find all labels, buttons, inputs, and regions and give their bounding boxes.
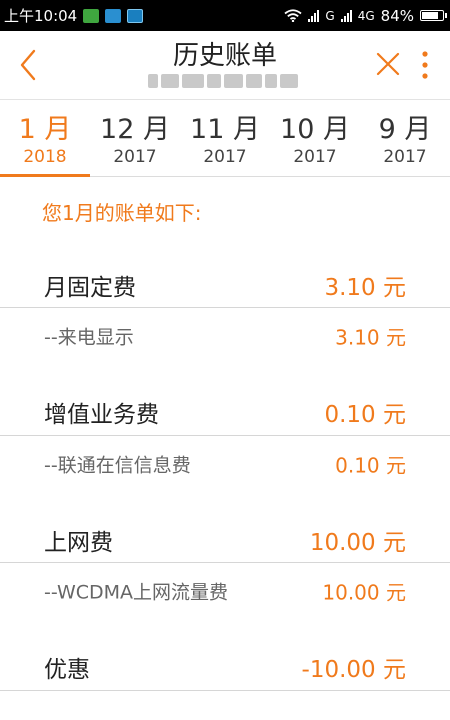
tab-month-9[interactable]: 9 月 2017 <box>360 100 450 176</box>
battery-icon <box>420 10 447 21</box>
tab-month-10[interactable]: 10 月 2017 <box>270 100 360 176</box>
more-vertical-icon[interactable] <box>418 49 432 81</box>
tab-year-label: 2017 <box>113 147 157 167</box>
divider <box>0 435 450 436</box>
bill-row-discount: 优惠 -10.00 元 <box>0 641 450 693</box>
network-type-2: 4G <box>357 8 375 23</box>
tab-month-11[interactable]: 11 月 2017 <box>180 100 270 176</box>
wifi-icon <box>284 9 302 22</box>
bill-subitem-amount: 10.00 元 <box>322 580 406 605</box>
month-tabs: 1 月 2018 12 月 2017 11 月 2017 10 月 2017 9… <box>0 99 450 177</box>
signal-bars-2-icon <box>340 9 352 22</box>
wechat-notification-icon <box>83 8 100 23</box>
bill-subitem-amount: 0.10 元 <box>335 453 406 478</box>
status-left: 上午10:04 <box>4 5 144 26</box>
bill-row-data-fee: 上网费 10.00 元 <box>0 514 450 566</box>
tab-month-label: 12 月 <box>100 114 170 145</box>
tab-year-label: 2017 <box>293 147 337 167</box>
bill-row-caller-id: --来电显示 3.10 元 <box>0 310 450 362</box>
bill-item-amount: 0.10 元 <box>324 402 406 428</box>
tab-month-label: 9 月 <box>378 114 432 145</box>
close-icon[interactable] <box>375 51 401 77</box>
bill-subitem-label: --联通在信信息费 <box>44 454 191 477</box>
bill-item-label: 上网费 <box>44 530 113 556</box>
bill-intro: 您1月的账单如下: <box>42 201 202 225</box>
battery-level <box>422 12 438 19</box>
battery-percent: 84% <box>380 6 414 25</box>
tab-year-label: 2018 <box>23 147 67 167</box>
bill-item-amount: -10.00 元 <box>301 657 406 683</box>
divider <box>0 562 450 563</box>
tab-year-label: 2017 <box>203 147 247 167</box>
bill-item-amount: 10.00 元 <box>309 530 406 556</box>
cloud-notification-icon <box>127 8 144 23</box>
status-right: G 4G 84% <box>284 6 447 25</box>
bill-item-amount: 3.10 元 <box>324 275 406 301</box>
app-header: 历史账单 <box>0 31 450 99</box>
tab-month-1[interactable]: 1 月 2018 <box>0 100 90 177</box>
network-type-1: G <box>325 8 335 23</box>
bill-row-value-added: 增值业务费 0.10 元 <box>0 386 450 438</box>
tab-month-label: 11 月 <box>190 114 260 145</box>
tab-month-label: 1 月 <box>18 114 72 145</box>
bill-subitem-amount: 3.10 元 <box>335 325 406 350</box>
bill-item-label: 优惠 <box>44 657 90 683</box>
tab-year-label: 2017 <box>383 147 427 167</box>
bill-subitem-label: --WCDMA上网流量费 <box>44 581 229 604</box>
tab-month-label: 10 月 <box>280 114 350 145</box>
status-time: 上午10:04 <box>4 7 78 25</box>
bill-row-wcdma-data: --WCDMA上网流量费 10.00 元 <box>0 565 450 617</box>
signal-bars-icon <box>308 9 320 22</box>
divider <box>0 690 450 691</box>
bill-row-fixed-fee: 月固定费 3.10 元 <box>0 259 450 311</box>
tab-month-12[interactable]: 12 月 2017 <box>90 100 180 176</box>
bill-row-messaging-fee: --联通在信信息费 0.10 元 <box>0 438 450 490</box>
status-bar: 上午10:04 G 4G 84% <box>0 0 450 31</box>
bill-item-label: 月固定费 <box>44 275 136 301</box>
divider <box>0 307 450 308</box>
masked-phone-number <box>148 71 298 91</box>
bill-item-label: 增值业务费 <box>44 402 159 428</box>
bill-subitem-label: --来电显示 <box>44 326 134 349</box>
app-notification-icon <box>105 8 122 23</box>
